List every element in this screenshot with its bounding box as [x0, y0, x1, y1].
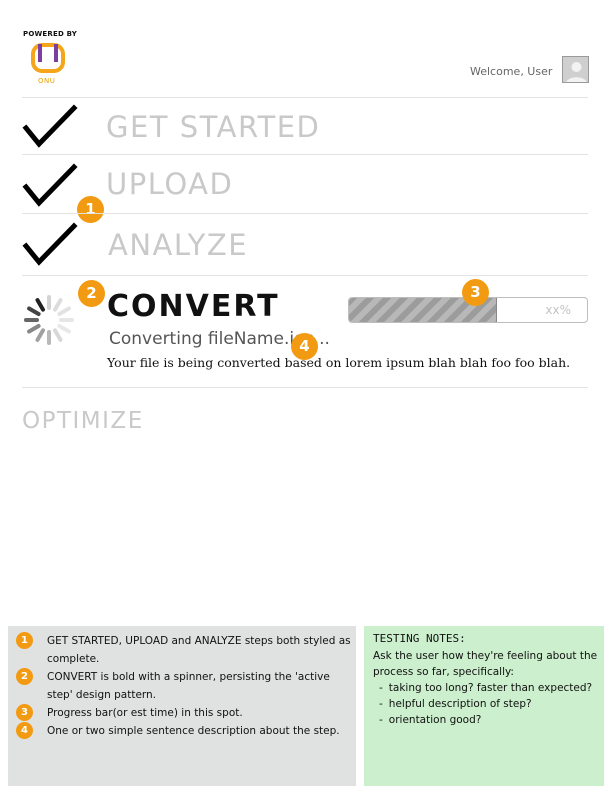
avatar-icon — [563, 57, 588, 82]
list-item: taking too long? faster than expected? — [379, 680, 592, 696]
step-optimize: OPTIMIZE — [22, 408, 144, 434]
list-item: orientation good? — [379, 712, 592, 728]
spinner-icon — [24, 295, 74, 345]
note-text: Progress bar(or est time) in this spot. — [47, 707, 243, 719]
divider — [22, 97, 588, 98]
divider — [22, 154, 588, 155]
avatar[interactable] — [562, 56, 589, 83]
testing-notes-list: taking too long? faster than expected? h… — [379, 680, 592, 728]
list-item: helpful description of step? — [379, 696, 592, 712]
note-item: 4 One or two simple sentence description… — [16, 722, 352, 740]
note-item: 1 GET STARTED, UPLOAD and ANALYZE steps … — [16, 632, 352, 668]
note-item: 2 CONVERT is bold with a spinner, persis… — [16, 668, 352, 704]
step-convert[interactable]: CONVERT — [107, 289, 280, 324]
brand-name: ONU — [38, 77, 56, 85]
note-item: 3 Progress bar(or est time) in this spot… — [16, 704, 352, 722]
step-get-started[interactable]: GET STARTED — [106, 110, 320, 144]
note-text: One or two simple sentence description a… — [47, 725, 340, 737]
note-text: GET STARTED, UPLOAD and ANALYZE steps bo… — [47, 635, 351, 665]
note-number: 1 — [16, 632, 33, 649]
testing-notes-intro: Ask the user how they're feeling about t… — [373, 650, 598, 678]
divider — [22, 275, 588, 276]
step-analyze[interactable]: ANALYZE — [108, 228, 248, 262]
step-upload[interactable]: UPLOAD — [106, 167, 233, 201]
testing-notes-title: TESTING NOTES: — [373, 632, 466, 645]
callout-badge-3: 3 — [462, 279, 489, 306]
progress-percent: xx% — [545, 303, 571, 317]
design-notes-panel: 1 GET STARTED, UPLOAD and ANALYZE steps … — [8, 626, 356, 786]
callout-badge-1: 1 — [77, 196, 104, 223]
testing-notes-panel: TESTING NOTES: Ask the user how they're … — [364, 626, 604, 786]
onu-logo-icon — [31, 43, 65, 73]
step-description: Your file is being converted based on lo… — [107, 355, 571, 370]
powered-by-label: POWERED BY — [23, 30, 78, 38]
note-text: CONVERT is bold with a spinner, persisti… — [47, 671, 330, 701]
callout-badge-2: 2 — [78, 280, 105, 307]
note-number: 3 — [16, 704, 33, 721]
note-number: 4 — [16, 722, 33, 739]
welcome-text[interactable]: Welcome, User — [470, 65, 552, 78]
checkmark-icon — [22, 222, 78, 266]
checkmark-icon — [22, 163, 78, 207]
divider — [22, 213, 588, 214]
note-number: 2 — [16, 668, 33, 685]
checkmark-icon — [22, 104, 78, 148]
divider — [22, 387, 588, 388]
